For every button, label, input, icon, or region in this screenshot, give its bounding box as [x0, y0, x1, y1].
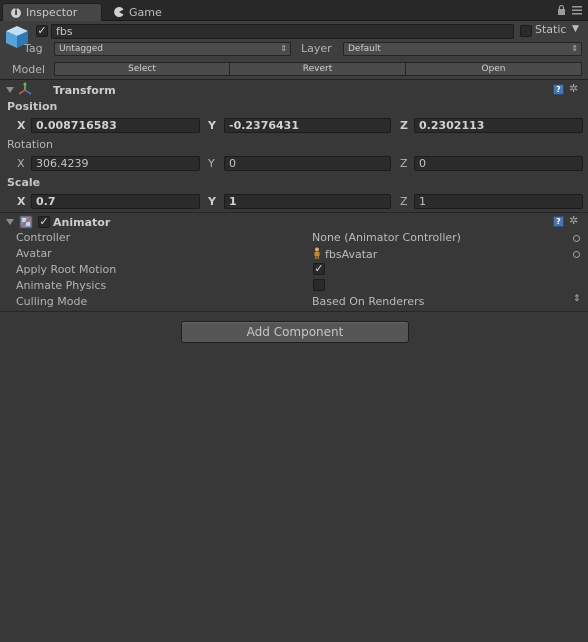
rotation-y-label: Y — [208, 157, 215, 170]
rotation-x-field[interactable]: 306.4239 — [31, 156, 200, 171]
transform-header[interactable]: Transform ? ✲ — [0, 82, 588, 99]
tab-label: Game — [129, 5, 162, 19]
avatar-figure-icon — [312, 247, 322, 262]
animator-header[interactable]: ✓ Animator ? ✲ — [0, 214, 588, 231]
static-label: Static — [535, 23, 567, 36]
rotation-z-label: Z — [400, 157, 408, 170]
active-checkbox[interactable]: ✓ — [36, 25, 48, 37]
culling-mode-dropdown[interactable]: Based On Renderers — [312, 295, 424, 308]
position-x-label: X — [17, 119, 26, 132]
scale-y-label: Y — [208, 195, 216, 208]
layer-value: Default — [348, 44, 381, 54]
tab-game[interactable]: Game — [106, 3, 178, 21]
static-checkbox[interactable] — [520, 25, 532, 37]
model-revert-button[interactable]: Revert — [229, 62, 406, 76]
panel-menu-icon[interactable] — [572, 5, 582, 18]
foldout-arrow-icon[interactable] — [6, 87, 14, 93]
model-select-button[interactable]: Select — [54, 62, 230, 76]
tag-value: Untagged — [59, 44, 104, 54]
help-icon[interactable]: ? — [553, 216, 564, 227]
position-z-field[interactable]: 0.2302113 — [414, 118, 583, 133]
avatar-value: fbsAvatar — [325, 248, 378, 261]
scale-label: Scale — [7, 176, 41, 189]
gear-icon[interactable]: ✲ — [569, 214, 578, 227]
updown-arrow-icon: ⇕ — [280, 44, 287, 53]
updown-arrow-icon[interactable]: ⇕ — [573, 294, 581, 304]
animate-physics-label: Animate Physics — [16, 279, 107, 292]
position-label: Position — [7, 100, 58, 113]
tag-label: Tag — [24, 42, 43, 55]
avatar-label: Avatar — [16, 247, 52, 260]
apply-root-motion-checkbox[interactable]: ✓ — [313, 263, 325, 275]
model-open-button[interactable]: Open — [405, 62, 582, 76]
help-icon[interactable]: ? — [553, 84, 564, 95]
layer-label: Layer — [301, 42, 332, 55]
controller-label: Controller — [16, 231, 71, 244]
rotation-label: Rotation — [7, 138, 54, 151]
tag-dropdown[interactable]: Untagged ⇕ — [54, 42, 291, 56]
foldout-arrow-icon[interactable] — [6, 219, 14, 225]
position-y-field[interactable]: -0.2376431 — [224, 118, 391, 133]
scale-x-field[interactable]: 0.7 — [31, 194, 200, 209]
position-y-label: Y — [208, 119, 216, 132]
static-dropdown-icon[interactable]: ▼ — [572, 24, 579, 34]
scale-x-label: X — [17, 195, 26, 208]
layer-dropdown[interactable]: Default ⇕ — [343, 42, 582, 56]
divider — [0, 212, 588, 213]
animator-icon — [19, 215, 33, 232]
rotation-y-field[interactable]: 0 — [224, 156, 391, 171]
gear-icon[interactable]: ✲ — [569, 82, 578, 95]
transform-axes-icon — [18, 82, 32, 99]
gameobject-header: ✓ fbs Static ▼ Tag Untagged ⇕ Layer Defa… — [0, 21, 588, 80]
tab-label: Inspector — [26, 6, 78, 19]
rotation-x-label: X — [17, 157, 25, 170]
avatar-field[interactable]: fbsAvatar — [312, 247, 377, 262]
tab-bar: i Inspector Game — [0, 0, 588, 21]
object-picker-icon[interactable] — [573, 235, 580, 242]
animator-enabled-checkbox[interactable]: ✓ — [38, 216, 50, 228]
updown-arrow-icon: ⇕ — [571, 44, 578, 53]
divider — [0, 311, 588, 312]
tab-inspector[interactable]: i Inspector — [2, 3, 102, 21]
animator-title: Animator — [53, 216, 111, 229]
scale-z-label: Z — [400, 195, 408, 208]
position-x-field[interactable]: 0.008716583 — [31, 118, 200, 133]
position-z-label: Z — [400, 119, 408, 132]
apply-root-motion-label: Apply Root Motion — [16, 263, 117, 276]
scale-y-field[interactable]: 1 — [224, 194, 391, 209]
info-icon: i — [11, 7, 21, 18]
controller-field[interactable]: None (Animator Controller) — [312, 231, 461, 244]
scale-z-field[interactable]: 1 — [414, 194, 583, 209]
model-label: Model — [12, 63, 46, 76]
pacman-icon — [114, 7, 124, 17]
lock-icon[interactable] — [557, 4, 566, 18]
culling-mode-label: Culling Mode — [16, 295, 88, 308]
transform-title: Transform — [53, 84, 116, 97]
animate-physics-checkbox[interactable] — [313, 279, 325, 291]
object-picker-icon[interactable] — [573, 251, 580, 258]
gameobject-name-field[interactable]: fbs — [51, 24, 514, 39]
rotation-z-field[interactable]: 0 — [414, 156, 583, 171]
add-component-button[interactable]: Add Component — [181, 321, 409, 343]
